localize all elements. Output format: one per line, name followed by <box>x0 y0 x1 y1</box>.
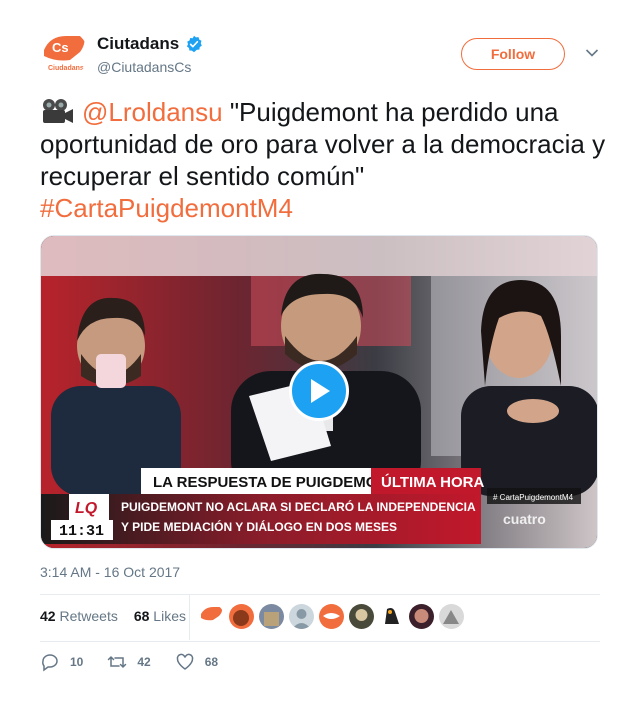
play-button[interactable] <box>289 361 349 421</box>
logo-subtext: Ciudadans <box>48 65 84 72</box>
video-ticker-line1: PUIGDEMONT NO ACLARA SI DECLARÓ LA INDEP… <box>121 499 476 514</box>
engagement-stats: 42 Retweets 68 Likes <box>40 608 186 624</box>
verified-badge-icon <box>187 35 202 53</box>
retweets-stat-label: Retweets <box>59 608 118 624</box>
liker-avatar[interactable] <box>259 604 284 629</box>
tweet-actions: 10 42 68 <box>40 652 242 672</box>
liker-avatar[interactable] <box>229 604 254 629</box>
stats-separator <box>189 595 190 640</box>
chevron-down-icon[interactable] <box>585 48 599 58</box>
liker-avatar[interactable] <box>409 604 434 629</box>
liker-avatar[interactable] <box>289 604 314 629</box>
reply-icon <box>42 654 58 672</box>
likes-stat-count: 68 <box>133 608 150 624</box>
svg-text:LQ: LQ <box>75 500 98 517</box>
reply-button[interactable]: 10 <box>40 652 83 672</box>
tweet-timestamp[interactable]: 3:14 AM - 16 Oct 2017 <box>40 564 180 580</box>
play-icon <box>311 379 330 403</box>
heart-icon <box>176 653 193 670</box>
video-ticker-line2: Y PIDE MEDIACIÓN Y DIÁLOGO EN DOS MESES <box>121 519 397 534</box>
liker-avatar[interactable] <box>379 604 404 629</box>
movie-camera-icon <box>43 99 73 123</box>
like-count: 68 <box>204 655 219 669</box>
logo-text: Cs <box>52 40 69 55</box>
video-overlay-title: LA RESPUESTA DE PUIGDEMONT <box>153 474 397 491</box>
video-clock: 11:31 <box>59 523 104 540</box>
account-handle[interactable]: @CiutadansCs <box>97 59 191 75</box>
liker-avatar[interactable] <box>349 604 374 629</box>
liker-avatar[interactable] <box>439 604 464 629</box>
likes-stat-label: Likes <box>153 608 186 624</box>
divider-bottom <box>40 641 600 642</box>
retweet-count: 42 <box>137 655 151 669</box>
liker-avatar[interactable] <box>199 604 224 629</box>
video-breaking-label: ÚLTIMA HORA <box>381 473 484 491</box>
divider-top <box>40 594 600 595</box>
tweet-text: @Lroldansu "Puigdemont ha perdido una op… <box>40 96 610 224</box>
retweet-button[interactable]: 42 <box>107 652 151 672</box>
liker-avatar[interactable] <box>319 604 344 629</box>
retweets-stat-count: 42 <box>40 608 56 624</box>
like-button[interactable]: 68 <box>175 652 218 672</box>
likes-stat[interactable]: 68 Likes <box>134 608 186 624</box>
liker-avatars <box>199 604 464 629</box>
video-hashtag-overlay: # CartaPuigdemontM4 <box>493 493 574 502</box>
account-name[interactable]: Ciutadans <box>97 34 179 54</box>
account-name-row[interactable]: Ciutadans <box>97 34 203 54</box>
follow-button[interactable]: Follow <box>461 38 565 70</box>
mention-link[interactable]: @Lroldansu <box>82 97 223 127</box>
account-avatar[interactable]: Cs Ciudadans <box>40 30 88 78</box>
retweets-stat[interactable]: 42 Retweets <box>40 608 118 624</box>
channel-logo: cuatro <box>503 511 546 527</box>
hashtag-link[interactable]: #CartaPuigdemontM4 <box>40 193 293 223</box>
retweet-icon <box>108 656 127 668</box>
reply-count: 10 <box>70 655 84 669</box>
